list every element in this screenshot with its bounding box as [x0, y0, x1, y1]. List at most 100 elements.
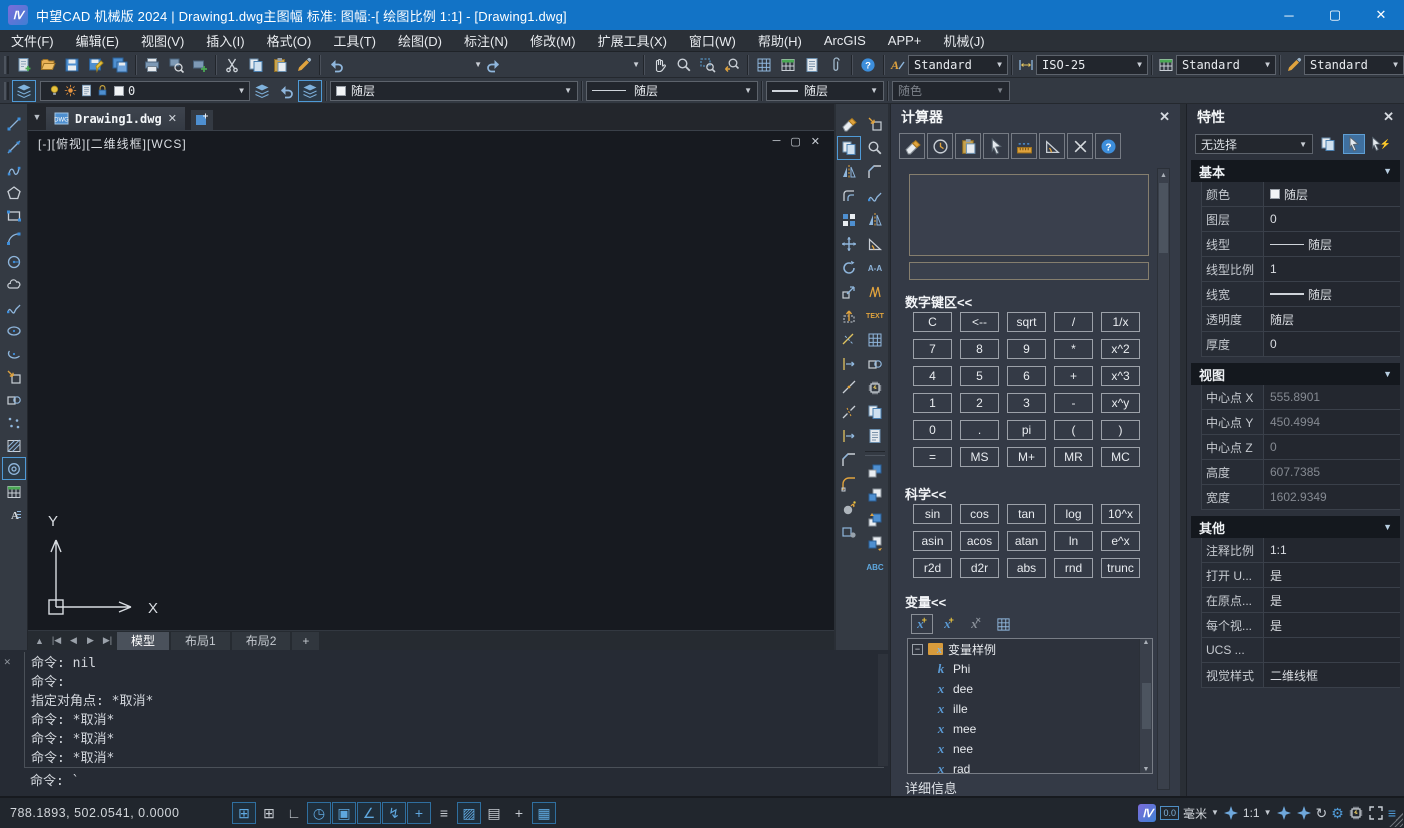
- mech-view-copy-tool[interactable]: [863, 400, 887, 424]
- annotation-scale-dropdown-icon[interactable]: ▼: [1264, 809, 1272, 817]
- dropdown-arrow-icon[interactable]: ▼: [1296, 140, 1307, 149]
- calc-key-sin[interactable]: sin: [913, 504, 952, 524]
- prop-row-center-x[interactable]: 中心点 X 555.8901: [1202, 385, 1400, 410]
- array-tool[interactable]: [837, 208, 861, 232]
- polygon-tool[interactable]: [2, 181, 26, 204]
- prop-row-center-y[interactable]: 中心点 Y 450.4994: [1202, 410, 1400, 435]
- viewport-close-icon[interactable]: ✕: [811, 135, 820, 148]
- delete-variable-button[interactable]: x×: [965, 614, 987, 634]
- new-variable-button[interactable]: x+: [911, 614, 933, 634]
- calc-key-r2d[interactable]: r2d: [913, 558, 952, 578]
- hatch-tool[interactable]: [2, 434, 26, 457]
- calculator-input-field[interactable]: [909, 262, 1149, 280]
- zw-touch-icon[interactable]: Ⅳ: [1138, 804, 1156, 822]
- tab-list-dropdown-icon[interactable]: ▼: [28, 104, 46, 130]
- prop-row-linetype[interactable]: 线型 随层: [1202, 232, 1400, 257]
- mech-bolt-tool[interactable]: [863, 376, 887, 400]
- calc-key-equals[interactable]: =: [913, 447, 952, 467]
- toolbar-grip[interactable]: [4, 82, 9, 100]
- dropdown-arrow-icon[interactable]: ▼: [741, 86, 752, 95]
- calc-key-minus[interactable]: -: [1054, 393, 1093, 413]
- menu-draw[interactable]: 绘图(D): [387, 30, 453, 52]
- calc-key-tan[interactable]: tan: [1007, 504, 1046, 524]
- make-layer-current-button[interactable]: [250, 80, 274, 102]
- move-tool[interactable]: [837, 232, 861, 256]
- cut-button[interactable]: [220, 54, 244, 76]
- viewport-restore-icon[interactable]: ▢: [790, 135, 800, 148]
- collapse-icon[interactable]: −: [912, 644, 923, 655]
- command-prompt-input[interactable]: 命令: `: [30, 772, 79, 791]
- grid-toggle[interactable]: ⊞: [257, 802, 281, 824]
- menu-insert[interactable]: 插入(I): [195, 30, 255, 52]
- calc-key-d2r[interactable]: d2r: [960, 558, 999, 578]
- undo-dropdown-arrow-icon[interactable]: ▼: [471, 60, 482, 69]
- command-history[interactable]: 命令: nil 命令: 指定对角点: *取消* 命令: *取消* 命令: *取消…: [24, 652, 884, 768]
- mech-detail-view-tool[interactable]: [863, 136, 887, 160]
- selection-preview-icon[interactable]: ↻: [1316, 806, 1328, 820]
- dropdown-arrow-icon[interactable]: ▼: [1134, 60, 1142, 69]
- text-style-combo[interactable]: Standard ▼: [908, 55, 1008, 75]
- calc-key-epowx[interactable]: e^x: [1101, 531, 1140, 551]
- calc-key-9[interactable]: 9: [1007, 339, 1046, 359]
- units-dropdown-icon[interactable]: ▼: [1211, 809, 1219, 817]
- ellipse-tool[interactable]: [2, 319, 26, 342]
- intersection-button[interactable]: [1067, 133, 1093, 159]
- dropdown-arrow-icon[interactable]: ▼: [236, 86, 244, 95]
- tree-item-dee[interactable]: x dee: [908, 679, 1152, 699]
- numpad-section-header[interactable]: 数字键区<<: [905, 292, 972, 311]
- viewport-minimize-icon[interactable]: ─: [773, 135, 781, 148]
- menu-view[interactable]: 视图(V): [130, 30, 195, 52]
- scale-tool[interactable]: [837, 280, 861, 304]
- redo-dropdown-arrow-icon[interactable]: ▼: [629, 60, 640, 69]
- mech-roughness-tool[interactable]: [863, 232, 887, 256]
- redo-button[interactable]: [482, 54, 506, 76]
- calc-key-2[interactable]: 2: [960, 393, 999, 413]
- help-button[interactable]: [856, 54, 880, 76]
- calc-key-MS[interactable]: MS: [960, 447, 999, 467]
- scroll-thumb[interactable]: [1142, 683, 1151, 729]
- menu-dimension[interactable]: 标注(N): [453, 30, 519, 52]
- prop-row-ucs-name[interactable]: UCS ...: [1202, 638, 1400, 663]
- add-layout-button[interactable]: +: [292, 632, 319, 650]
- text-to-front-tool[interactable]: ABC: [863, 555, 887, 579]
- dynamic-ucs-toggle[interactable]: ↯: [382, 802, 406, 824]
- mech-help-doc-tool[interactable]: [863, 424, 887, 448]
- menu-mechanical[interactable]: 机械(J): [932, 30, 995, 52]
- plot-preview-button[interactable]: [164, 54, 188, 76]
- save-all-button[interactable]: [108, 54, 132, 76]
- prop-row-thickness[interactable]: 厚度 0: [1202, 332, 1400, 357]
- quick-select-button[interactable]: [1317, 134, 1339, 154]
- prop-row-visual-style[interactable]: 视觉样式 二维线框: [1202, 663, 1400, 688]
- calc-key-1[interactable]: 1: [913, 393, 952, 413]
- calculator-close-icon[interactable]: ✕: [1159, 109, 1170, 125]
- make-block-tool[interactable]: [2, 388, 26, 411]
- calc-key-backspace[interactable]: <--: [960, 312, 999, 332]
- calc-key-acos[interactable]: acos: [960, 531, 999, 551]
- calc-key-10powx[interactable]: 10^x: [1101, 504, 1140, 524]
- calc-key-decimal[interactable]: .: [960, 420, 999, 440]
- calc-key-open-paren[interactable]: (: [1054, 420, 1093, 440]
- mech-text-tool[interactable]: TEXT: [863, 304, 887, 328]
- undo-button[interactable]: [324, 54, 348, 76]
- prop-row-center-z[interactable]: 中心点 Z 0: [1202, 435, 1400, 460]
- calc-key-square[interactable]: x^2: [1101, 339, 1140, 359]
- layer-combo[interactable]: 0 ▼: [40, 81, 250, 101]
- toolbar-grip[interactable]: [4, 56, 9, 74]
- linetype-combo[interactable]: 随层 ▼: [586, 81, 758, 101]
- lineweight-combo[interactable]: 随层 ▼: [766, 81, 884, 101]
- menu-window[interactable]: 窗口(W): [678, 30, 747, 52]
- menu-help[interactable]: 帮助(H): [747, 30, 813, 52]
- calc-key-power[interactable]: x^y: [1101, 393, 1140, 413]
- mech-title-block-tool[interactable]: [863, 112, 887, 136]
- layer-previous-button[interactable]: [274, 80, 298, 102]
- hardware-acceleration-icon[interactable]: [1348, 805, 1364, 821]
- calc-key-abs[interactable]: abs: [1007, 558, 1046, 578]
- section-view[interactable]: 视图▼: [1191, 363, 1400, 385]
- fullscreen-icon[interactable]: [1368, 805, 1384, 821]
- toggle-pickadd-button[interactable]: ⚡: [1369, 134, 1391, 154]
- tree-item-phi[interactable]: k Phi: [908, 659, 1152, 679]
- draworder-below-tool[interactable]: [863, 531, 887, 555]
- prop-row-transparency[interactable]: 透明度 随层: [1202, 307, 1400, 332]
- history-button[interactable]: [927, 133, 953, 159]
- mtext-tool[interactable]: [2, 503, 26, 526]
